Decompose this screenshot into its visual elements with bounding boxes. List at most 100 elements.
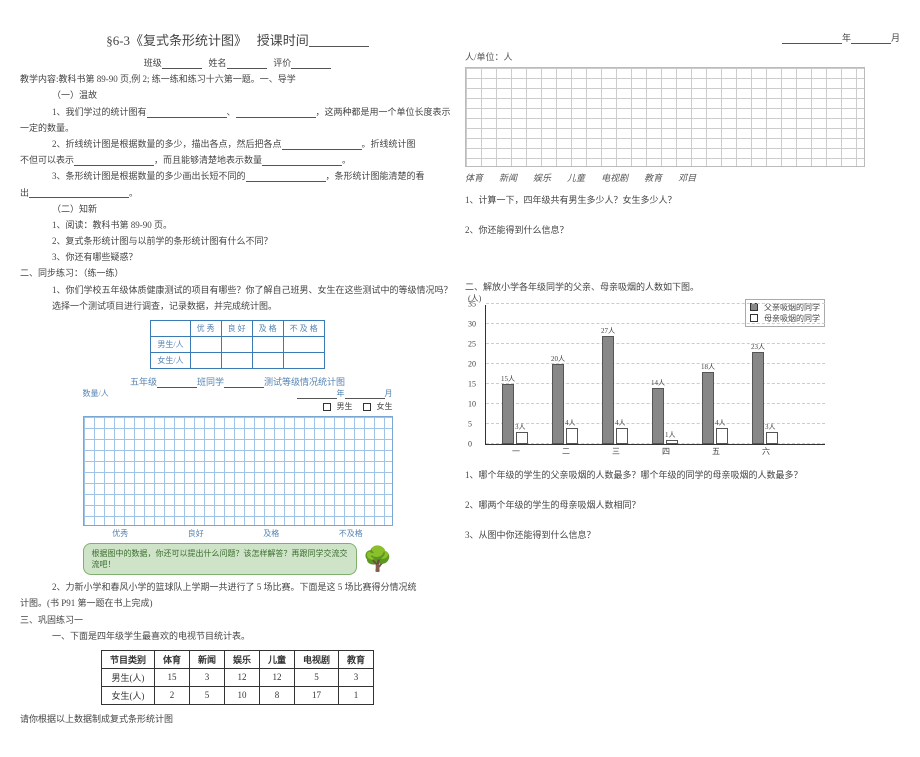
class-blank[interactable] (162, 59, 202, 69)
p2a: 2、折线统计图是根据数量的多少，描出各点，然后把各点 (52, 139, 282, 149)
cap-a: 五年级 (130, 377, 157, 387)
eval-blank[interactable] (291, 59, 331, 69)
tv-table: 节目类别 体育 新闻 娱乐 儿童 电视剧 教育 男生(人) 15 3 12 12… (101, 650, 374, 705)
mother-bar: 4人 (716, 428, 728, 444)
sync-1: 1、你们学校五年级体质健康测试的项目有哪些？你了解自己班男、女生在这些测试中的等… (20, 282, 455, 314)
r1c4[interactable] (283, 337, 324, 353)
tv-h5: 电视剧 (295, 650, 339, 668)
s2-2: 2、复式条形统计图与以前学的条形统计图有什么不同？ (20, 233, 455, 249)
mother-bar: 3人 (516, 432, 528, 444)
tv-r1-4: 5 (295, 668, 339, 686)
r-month-lbl: 月 (891, 33, 900, 43)
leg-boy: 男生 (323, 401, 353, 412)
r2c3[interactable] (252, 353, 283, 369)
tv-r1-0: 15 (154, 668, 189, 686)
blank-chart-grid[interactable] (83, 416, 393, 526)
r2c4[interactable] (283, 353, 324, 369)
content-line: 教学内容:教科书第 89-90 页,例 2; 练一练和练习十六第一题。一、导学 (20, 71, 455, 87)
eval-label: 评价 (273, 58, 291, 68)
section-2-title: （二）知新 (20, 201, 455, 217)
p3-blank1[interactable] (246, 172, 326, 182)
p1-blank2[interactable] (236, 108, 316, 118)
p3b: ，条形统计图能清楚的看 (326, 171, 425, 181)
p3-blank2[interactable] (29, 188, 129, 198)
father-bar: 14人 (652, 388, 664, 444)
p1: 1、我们学过的统计图有、，这两种都是用一个单位长度表示 (20, 104, 455, 120)
student-info-row: 班级 姓名 评价 (20, 55, 455, 71)
blank-grid-2[interactable] (465, 67, 865, 167)
p2-blank3[interactable] (262, 156, 342, 166)
cap-blank[interactable] (157, 378, 197, 388)
cap-blank2[interactable] (224, 378, 264, 388)
p3d: 。 (129, 188, 138, 198)
r-year-blank[interactable] (782, 34, 842, 44)
p2b: 。折线统计图 (362, 139, 416, 149)
r1c2[interactable] (221, 337, 252, 353)
left-column: §6-3《复式条形统计图》 授课时间 班级 姓名 评价 教学内容:教科书第 89… (20, 30, 455, 727)
gq-title: 三、巩固练习一 (20, 612, 455, 628)
father-bar: 15人 (502, 384, 514, 444)
sync-2a: 2、力新小学和春风小学的篮球队上学期一共进行了 5 场比赛。下面是这 5 场比赛… (20, 579, 455, 595)
q1: 1、计算一下，四年级共有男生多少人？女生多少人？ (465, 192, 900, 208)
r1c1[interactable] (190, 337, 221, 353)
p2-blank1[interactable] (282, 140, 362, 150)
ytick: 15 (468, 379, 476, 388)
blank-chart-legend: 男生 女生 (83, 401, 393, 412)
tv-r2-0: 2 (154, 686, 189, 704)
r-month-blank[interactable] (851, 34, 891, 44)
hc-e: 电视剧 (601, 171, 628, 184)
mother-bar: 4人 (616, 428, 628, 444)
tree-icon: 🌳 (363, 545, 393, 574)
p2c: 不但可以表示 (20, 155, 74, 165)
sync-2b: 计图。(书 P91 第一题在书上完成) (20, 595, 455, 611)
x-category: 一 (496, 446, 536, 457)
leg-boy-text: 男生 (337, 401, 353, 412)
p2-blank2[interactable] (74, 156, 154, 166)
x-c: 及格 (263, 528, 279, 539)
tv-r1-1: 3 (189, 668, 224, 686)
x-category: 五 (696, 446, 736, 457)
th-3: 及 格 (252, 321, 283, 337)
r-year-lbl: 年 (842, 33, 851, 43)
chart-header-row: 数量/人 年月 (83, 388, 393, 399)
y-label: 数量/人 (83, 388, 109, 399)
tv-h6: 教育 (339, 650, 374, 668)
p3c: 出 (20, 188, 29, 198)
name-label: 姓名 (208, 58, 226, 68)
r2c1[interactable] (190, 353, 221, 369)
title-text: §6-3《复式条形统计图》 (106, 33, 247, 48)
q3: 1、哪个年级的学生的父亲吸烟的人数最多？哪个年级的同学的母亲吸烟的人数最多？ (465, 467, 900, 483)
year-blank[interactable] (297, 389, 337, 399)
name-blank[interactable] (227, 59, 267, 69)
leg-girl-text: 女生 (377, 401, 393, 412)
hc-a: 体育 (465, 171, 483, 184)
hc-g: 邓目 (678, 171, 696, 184)
ytick: 0 (468, 439, 472, 448)
r1c3[interactable] (252, 337, 283, 353)
r2-label: 女生/人 (151, 353, 190, 369)
mother-swatch (750, 314, 758, 322)
right-column: 年月 人/单位：人 体育 新闻 娱乐 儿童 电视剧 教育 邓目 1、计算一下，四… (465, 30, 900, 727)
father-bar: 20人 (552, 364, 564, 444)
p3: 3、条形统计图是根据数量的多少画出长短不同的，条形统计图能清楚的看 (20, 168, 455, 184)
tv-r2-4: 17 (295, 686, 339, 704)
tv-r2l: 女生(人) (101, 686, 154, 704)
month-blank[interactable] (345, 389, 385, 399)
time-blank[interactable] (309, 37, 369, 47)
hc-f: 教育 (644, 171, 662, 184)
tv-r1l: 男生(人) (101, 668, 154, 686)
month-lbl: 月 (385, 389, 393, 398)
th-4: 不 及 格 (283, 321, 324, 337)
sync-title: 二、同步练习：（练一练） (20, 265, 455, 281)
r2c2[interactable] (221, 353, 252, 369)
tv-h3: 娱乐 (224, 650, 259, 668)
cap-b: 班同学 (197, 377, 224, 387)
p1-blank1[interactable] (147, 108, 227, 118)
ytick: 30 (468, 319, 476, 328)
tv-r2-3: 8 (260, 686, 295, 704)
ytick: 20 (468, 359, 476, 368)
doc-title: §6-3《复式条形统计图》 授课时间 (20, 30, 455, 49)
section-1-title: （一）温故 (20, 87, 455, 103)
p2-cont: 不但可以表示，而且能够清楚地表示数量。 (20, 152, 455, 168)
p1c: ，这两种都是用一个单位长度表示 (316, 107, 451, 117)
